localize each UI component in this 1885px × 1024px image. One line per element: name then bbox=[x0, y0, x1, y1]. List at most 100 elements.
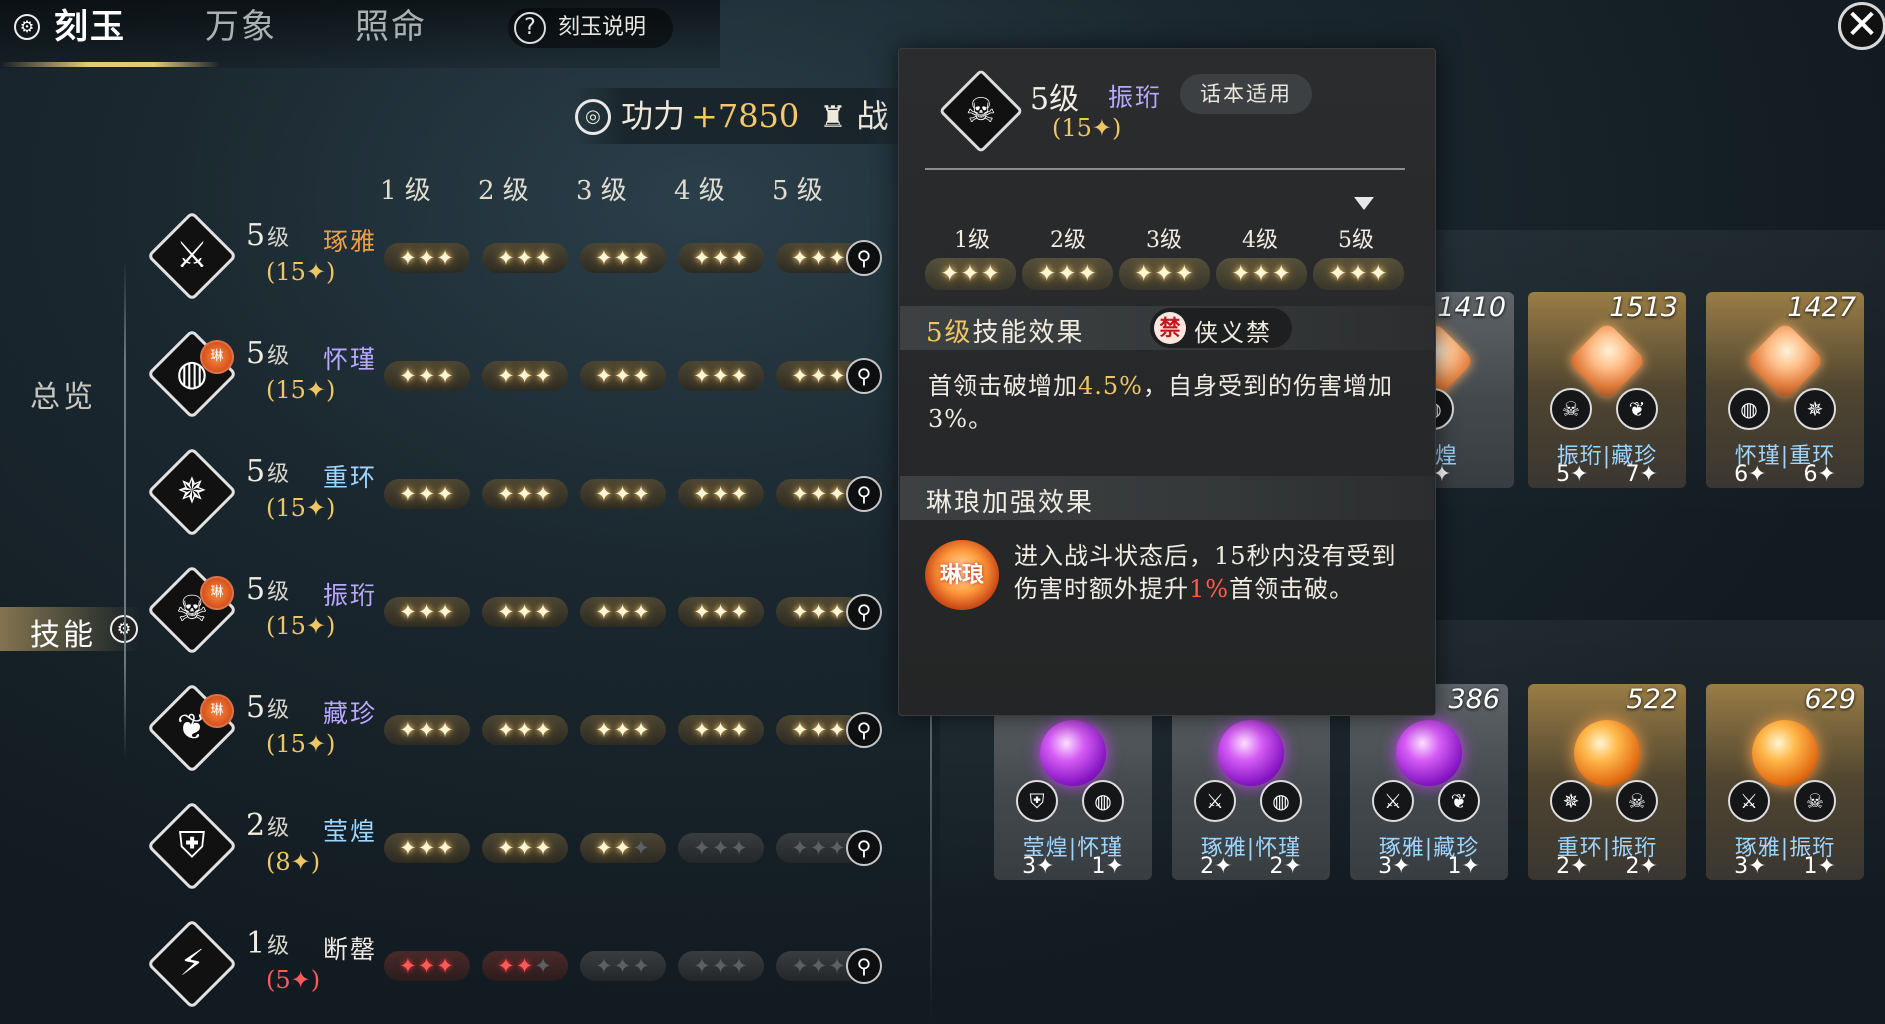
sidebar-item-overview[interactable]: 总览 bbox=[30, 372, 96, 416]
star-group: ✦✦✦ bbox=[1119, 258, 1210, 290]
star-group: ✦✦✦ bbox=[384, 243, 470, 273]
power-tail: 战 bbox=[856, 97, 889, 135]
star-group: ✦✦✦ bbox=[482, 479, 568, 509]
skill-star-total: (15✦) bbox=[266, 730, 336, 758]
shield-icon: ◍ bbox=[1728, 388, 1770, 430]
skill-row[interactable]: ☠ 琳 5级 振珩 (15✦) ✦✦✦ ✦✦✦ ✦✦✦ ✦✦✦ ✦✦✦ ⚲ bbox=[146, 554, 898, 664]
demon-mask-icon: ☠ bbox=[1616, 780, 1658, 822]
gem-stone-icon bbox=[1396, 720, 1462, 786]
skill-badge: ◍ 琳 bbox=[146, 328, 238, 420]
power-label: 功力 bbox=[621, 97, 686, 135]
slash-icon: ⚡ bbox=[179, 943, 205, 984]
skill-name: 重环 bbox=[323, 463, 378, 492]
power-icon: ◎ bbox=[575, 98, 611, 135]
skill-level: 5级 bbox=[246, 690, 290, 725]
skill-row[interactable]: ✵ 5级 重环 (15✦) ✦✦✦ ✦✦✦ ✦✦✦ ✦✦✦ ✦✦✦ ⚲ bbox=[146, 436, 898, 546]
skill-level: 5级 bbox=[246, 454, 290, 489]
power-value: +7850 bbox=[691, 97, 800, 135]
skill-row[interactable]: ⛨ 2级 莹煌 (8✦) ✦✦✦ ✦✦✦ ✦✦✦ ✦✦✦ ✦✦✦ ⚲ bbox=[146, 790, 898, 900]
tab-zhaoming[interactable]: 照命 bbox=[355, 0, 427, 54]
star-group: ✦✦✦ bbox=[580, 361, 666, 391]
star-group: ✦✦✦ bbox=[580, 715, 666, 745]
shield-icon: ◍ bbox=[1260, 780, 1302, 822]
magnifier-icon[interactable]: ⚲ bbox=[846, 948, 882, 984]
demon-mask-icon: ☠ bbox=[1550, 388, 1592, 430]
star-group: ✦✦✦ bbox=[580, 951, 666, 981]
sword-burst-icon: ✵ bbox=[1794, 388, 1836, 430]
skill-row[interactable]: ⚡ 1级 断罄 (5✦) ✦✦✦ ✦✦✦ ✦✦✦ ✦✦✦ ✦✦✦ ⚲ bbox=[146, 908, 898, 1018]
sidebar-item-skills[interactable]: 技能 bbox=[30, 610, 96, 654]
popup-level-header: 4级 bbox=[1242, 228, 1278, 253]
linlang-effect-text: 进入战斗状态后，15秒内没有受到伤害时额外提升1%首领击破。 bbox=[1014, 540, 1414, 606]
gem-card[interactable]: 1427 ◍ ✵ 怀瑾|重环 6✦ 6✦ bbox=[1706, 292, 1864, 488]
tab-keyu[interactable]: 刻玉 bbox=[54, 0, 126, 54]
magnifier-icon[interactable]: ⚲ bbox=[846, 358, 882, 394]
star-group: ✦✦✦ bbox=[678, 479, 764, 509]
gem-card[interactable]: 1513 ☠ ❦ 振珩|藏珍 5✦ 7✦ bbox=[1528, 292, 1686, 488]
gem-card[interactable]: 629 ⚔ ☠ 琢雅|振珩 3✦ 1✦ bbox=[1706, 684, 1864, 880]
gem-card[interactable]: 522 ✵ ☠ 重环|振珩 2✦ 2✦ bbox=[1528, 684, 1686, 880]
demon-mask-icon: ☠ bbox=[1794, 780, 1836, 822]
star-group: ✦✦✦ bbox=[482, 361, 568, 391]
star-group: ✦✦✦ bbox=[384, 597, 470, 627]
magnifier-icon[interactable]: ⚲ bbox=[846, 476, 882, 512]
star-group: ✦✦✦ bbox=[580, 833, 666, 863]
crossed-blades-icon: ⚔ bbox=[1372, 780, 1414, 822]
popup-skill-badge: ☠ bbox=[938, 68, 1024, 154]
magnifier-icon[interactable]: ⚲ bbox=[846, 830, 882, 866]
skill-stars: ✦✦✦ ✦✦✦ ✦✦✦ ✦✦✦ ✦✦✦ bbox=[384, 597, 984, 627]
skill-badge: ⚔ bbox=[146, 210, 238, 302]
gem-stone-icon bbox=[1218, 720, 1284, 786]
skill-level: 1级 bbox=[246, 926, 290, 961]
linlang-mark-icon: 琳 bbox=[200, 576, 234, 610]
skill-level: 5级 bbox=[246, 218, 290, 253]
tab-wanxiang[interactable]: 万象 bbox=[205, 0, 277, 54]
skill-stars: ✦✦✦ ✦✦✦ ✦✦✦ ✦✦✦ ✦✦✦ bbox=[384, 951, 984, 981]
star-group: ✦✦✦ bbox=[384, 833, 470, 863]
shield-icon: ◍ bbox=[1082, 780, 1124, 822]
star-group: ✦✦✦ bbox=[1022, 258, 1113, 290]
magnifier-icon[interactable]: ⚲ bbox=[846, 712, 882, 748]
skill-row[interactable]: ◍ 琳 5级 怀瑾 (15✦) ✦✦✦ ✦✦✦ ✦✦✦ ✦✦✦ ✦✦✦ ⚲ bbox=[146, 318, 898, 428]
combat-icon: ♜ bbox=[819, 100, 847, 135]
skill-row[interactable]: ⚔ 5级 琢雅 (15✦) ✦✦✦ ✦✦✦ ✦✦✦ ✦✦✦ ✦✦✦ ⚲ bbox=[146, 200, 898, 310]
star-group: ✦✦✦ bbox=[1216, 258, 1307, 290]
gem-stone-icon bbox=[1040, 720, 1106, 786]
popup-level: 5级 bbox=[1030, 82, 1080, 117]
skill-row[interactable]: ❦ 琳 5级 藏珍 (15✦) ✦✦✦ ✦✦✦ ✦✦✦ ✦✦✦ ✦✦✦ ⚲ bbox=[146, 672, 898, 782]
restriction-badge: 禁 侠义禁 bbox=[1150, 308, 1292, 348]
star-group: ✦✦✦ bbox=[384, 479, 470, 509]
gem-skill-stars: 6✦ 6✦ bbox=[1734, 462, 1836, 487]
gem-count: 522 bbox=[1626, 684, 1678, 715]
linlang-title: 琳琅加强效果 bbox=[926, 488, 1095, 518]
star-group: ✦✦✦ bbox=[482, 243, 568, 273]
skill-effect-text: 首领击破增加4.5%，自身受到的伤害增加3%。 bbox=[928, 370, 1408, 436]
popup-star-row: ✦✦✦ ✦✦✦ ✦✦✦ ✦✦✦ ✦✦✦ bbox=[925, 258, 1405, 290]
demon-mask-icon: ☠ bbox=[965, 91, 997, 131]
help-button[interactable]: ? 刻玉说明 bbox=[508, 8, 673, 48]
crossed-blades-icon: ⚔ bbox=[1194, 780, 1236, 822]
skill-badge: ⚡ bbox=[146, 918, 238, 1010]
skill-star-total: (5✦) bbox=[266, 966, 321, 994]
gem-count: 629 bbox=[1804, 684, 1856, 715]
gem-skill-stars: 3✦ 1✦ bbox=[1378, 854, 1480, 879]
question-icon: ? bbox=[514, 12, 546, 44]
gem-stone-icon bbox=[1752, 720, 1818, 786]
linlang-logo-icon: 琳琅 bbox=[925, 540, 999, 610]
skill-badge: ✵ bbox=[146, 446, 238, 538]
phoenix-icon: ❦ bbox=[1616, 388, 1658, 430]
popup-star-total: (15✦) bbox=[1052, 114, 1122, 142]
gem-skill-stars: 2✦ 2✦ bbox=[1556, 854, 1658, 879]
linlang-text-b: 首领击破。 bbox=[1229, 575, 1355, 603]
skill-stars: ✦✦✦ ✦✦✦ ✦✦✦ ✦✦✦ ✦✦✦ bbox=[384, 833, 984, 863]
magnifier-icon[interactable]: ⚲ bbox=[846, 240, 882, 276]
effect-text-a: 首领击破增加 bbox=[928, 372, 1078, 400]
star-group: ✦✦✦ bbox=[678, 715, 764, 745]
skill-star-total: (15✦) bbox=[266, 494, 336, 522]
close-button[interactable]: ✕ bbox=[1838, 2, 1885, 50]
gem-skill-stars: 5✦ 7✦ bbox=[1556, 462, 1658, 487]
skill-name: 振珩 bbox=[323, 581, 378, 610]
popup-level-header: 3级 bbox=[1146, 228, 1182, 253]
magnifier-icon[interactable]: ⚲ bbox=[846, 594, 882, 630]
linlang-section: 琳琅加强效果 bbox=[900, 476, 1434, 520]
